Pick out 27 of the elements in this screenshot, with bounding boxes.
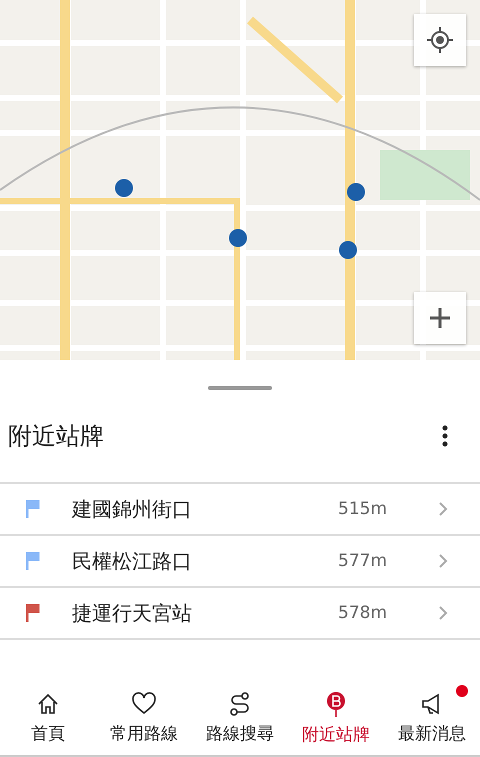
- heart-icon: [131, 692, 157, 716]
- stop-name: 捷運行天宮站: [72, 600, 193, 626]
- nav-tab[interactable]: 常用路線: [96, 681, 192, 755]
- nav-tab[interactable]: 最新消息: [384, 681, 480, 755]
- stop-name: 民權松江路口: [72, 548, 193, 574]
- stop-name: 建國錦州街口: [72, 496, 193, 522]
- zoom-in-button[interactable]: [414, 292, 466, 344]
- drag-handle[interactable]: [208, 386, 272, 390]
- chevron-icon: [438, 553, 448, 569]
- nav-tab[interactable]: 附近站牌: [288, 681, 384, 755]
- stop-distance: 578m: [338, 603, 388, 623]
- chevron-icon: [438, 605, 448, 621]
- stop-distance: 515m: [338, 499, 388, 519]
- crosshair-icon: [426, 26, 454, 54]
- sheet-title: 附近站牌: [8, 421, 104, 452]
- nav-tab[interactable]: 首頁: [0, 681, 96, 755]
- plus-icon: [429, 307, 451, 329]
- chevron-icon: [438, 501, 448, 517]
- nav-tab[interactable]: 路線搜尋: [192, 681, 288, 755]
- bus-stop-icon: [324, 690, 348, 716]
- stop-distance: 577m: [338, 551, 388, 571]
- my-location-button[interactable]: [414, 14, 466, 66]
- stop-row[interactable]: 民權松江路口 577m: [0, 536, 480, 588]
- stop-row[interactable]: 建國錦州街口 515m: [0, 484, 480, 536]
- more-icon: [442, 425, 448, 447]
- stop-row[interactable]: 捷運行天宮站 578m: [0, 588, 480, 640]
- home-icon: [36, 692, 60, 716]
